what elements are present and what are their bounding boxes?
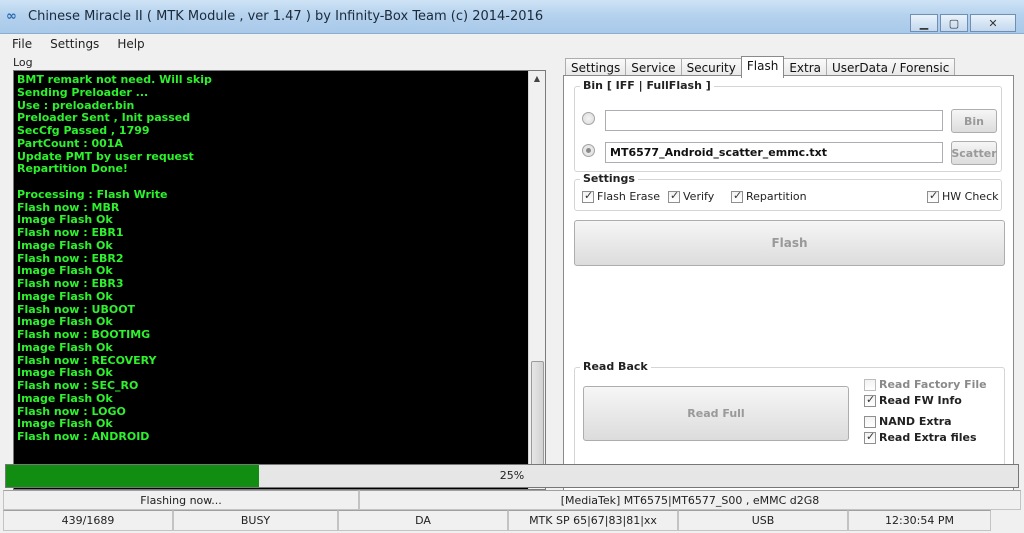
- flash-tab-panel: Bin [ IFF | FullFlash ] Bin MT6577_Andro…: [563, 75, 1014, 496]
- log-line: SecCfg Passed , 1799: [17, 124, 150, 137]
- status-protocol: MTK SP 65|67|83|81|xx: [508, 510, 678, 531]
- log-line: Flash now : EBR1: [17, 226, 124, 239]
- maximize-button[interactable]: ▢: [940, 14, 968, 32]
- read-extra-files-checkbox[interactable]: Read Extra files: [864, 430, 977, 444]
- tab-flash[interactable]: Flash: [740, 56, 785, 78]
- read-factory-file-checkbox[interactable]: Read Factory File: [864, 378, 987, 391]
- log-line: Image Flash Ok: [17, 238, 113, 252]
- checkbox-icon: [668, 189, 680, 203]
- flash-erase-checkbox[interactable]: Flash Erase: [582, 189, 661, 203]
- log-line: PartCount : 001A: [17, 136, 123, 150]
- minimize-icon: ▁: [919, 16, 929, 30]
- nand-extra-label: NAND Extra: [879, 415, 952, 428]
- status-mode: DA: [338, 510, 508, 531]
- menu-help[interactable]: Help: [105, 34, 150, 54]
- scatter-button[interactable]: Scatter: [951, 141, 997, 165]
- flash-button[interactable]: Flash: [574, 220, 1005, 266]
- log-line: Image Flash Ok: [17, 289, 113, 303]
- status-time: 12:30:54 PM: [848, 510, 991, 531]
- hw-check-checkbox[interactable]: HW Check: [927, 189, 999, 203]
- status-message: Flashing now...: [3, 490, 359, 510]
- bin-group-label: Bin [ IFF | FullFlash ]: [580, 79, 714, 92]
- checkbox-icon: [864, 378, 876, 391]
- title-bar: ∞ Chinese Miracle II ( MTK Module , ver …: [0, 0, 1024, 34]
- log-line: Image Flash Ok: [17, 340, 113, 354]
- close-button[interactable]: ✕: [970, 14, 1016, 32]
- checkbox-icon: [731, 189, 743, 203]
- checkbox-icon: [864, 415, 876, 428]
- scatter-path-field[interactable]: MT6577_Android_scatter_emmc.txt: [605, 142, 943, 163]
- infinity-logo-icon: ∞: [6, 9, 17, 24]
- bin-button[interactable]: Bin: [951, 109, 997, 133]
- close-icon: ✕: [988, 16, 998, 30]
- log-line: Flash now : BOOTIMG: [17, 328, 151, 341]
- checkbox-icon: [927, 189, 939, 203]
- log-line: Sending Preloader ...: [17, 85, 149, 99]
- log-line: Image Flash Ok: [17, 391, 113, 405]
- status-bar-bottom: 439/1689 BUSY DA MTK SP 65|67|83|81|xx U…: [3, 510, 1021, 531]
- status-port: USB: [678, 510, 848, 531]
- status-bar-top: Flashing now... [MediaTek] MT6575|MT6577…: [3, 490, 1021, 510]
- log-text: BMT remark not need. Will skip Sending Pr…: [17, 73, 527, 444]
- bin-radio[interactable]: [582, 112, 595, 125]
- scrollbar-thumb[interactable]: [531, 361, 544, 469]
- log-label: Log: [13, 56, 33, 69]
- menu-bar: File Settings Help: [0, 34, 1024, 54]
- window-title: Chinese Miracle II ( MTK Module , ver 1.…: [28, 9, 544, 24]
- checkbox-icon: [864, 393, 876, 407]
- read-back-label: Read Back: [580, 360, 651, 373]
- window-controls: ▁ ▢ ✕: [910, 14, 1016, 32]
- read-fw-info-checkbox[interactable]: Read FW Info: [864, 393, 962, 407]
- menu-file[interactable]: File: [0, 34, 38, 54]
- minimize-button[interactable]: ▁: [910, 14, 938, 32]
- app-window: File Settings Help Log BMT remark not ne…: [0, 34, 1024, 533]
- repartition-checkbox[interactable]: Repartition: [731, 189, 807, 203]
- log-scrollbar[interactable]: ▲ ▼: [528, 71, 545, 489]
- checkbox-icon: [582, 189, 594, 203]
- bin-group: Bin [ IFF | FullFlash ] Bin MT6577_Andro…: [574, 79, 1002, 172]
- progress-label: 25%: [499, 469, 525, 482]
- log-line: Flash now : SEC_RO: [17, 379, 139, 392]
- repartition-label: Repartition: [746, 190, 807, 203]
- read-fw-info-label: Read FW Info: [879, 394, 962, 407]
- log-console[interactable]: BMT remark not need. Will skip Sending Pr…: [13, 70, 546, 490]
- log-line: Flash now : EBR3: [17, 277, 124, 290]
- log-line: Repartition Done!: [17, 162, 128, 176]
- bin-path-field[interactable]: [605, 110, 943, 131]
- status-state: BUSY: [173, 510, 338, 531]
- scatter-radio[interactable]: [582, 144, 595, 157]
- status-counter: 439/1689: [3, 510, 173, 531]
- hw-check-label: HW Check: [942, 190, 999, 203]
- settings-group: Settings Flash Erase Verify Repartition …: [574, 172, 1002, 211]
- tab-strip: Settings Service Security Flash Extra Us…: [565, 56, 956, 78]
- log-line: Flash now : ANDROID: [17, 430, 150, 443]
- maximize-icon: ▢: [948, 16, 960, 30]
- progress-bar: 25%: [5, 464, 1019, 488]
- read-extra-files-label: Read Extra files: [879, 431, 977, 444]
- settings-group-label: Settings: [580, 172, 638, 185]
- log-line: Processing : Flash Write: [17, 187, 168, 201]
- verify-label: Verify: [683, 190, 715, 203]
- nand-extra-checkbox[interactable]: NAND Extra: [864, 415, 952, 428]
- log-line: BMT remark not need. Will skip: [17, 73, 212, 86]
- checkbox-icon: [864, 430, 876, 444]
- menu-settings[interactable]: Settings: [38, 34, 105, 54]
- scroll-up-icon[interactable]: ▲: [529, 71, 545, 87]
- status-device: [MediaTek] MT6575|MT6577_S00 , eMMC d2G8: [359, 490, 1021, 510]
- read-factory-file-label: Read Factory File: [879, 378, 987, 391]
- verify-checkbox[interactable]: Verify: [668, 189, 715, 203]
- read-full-button[interactable]: Read Full: [583, 386, 849, 441]
- flash-erase-label: Flash Erase: [597, 190, 661, 203]
